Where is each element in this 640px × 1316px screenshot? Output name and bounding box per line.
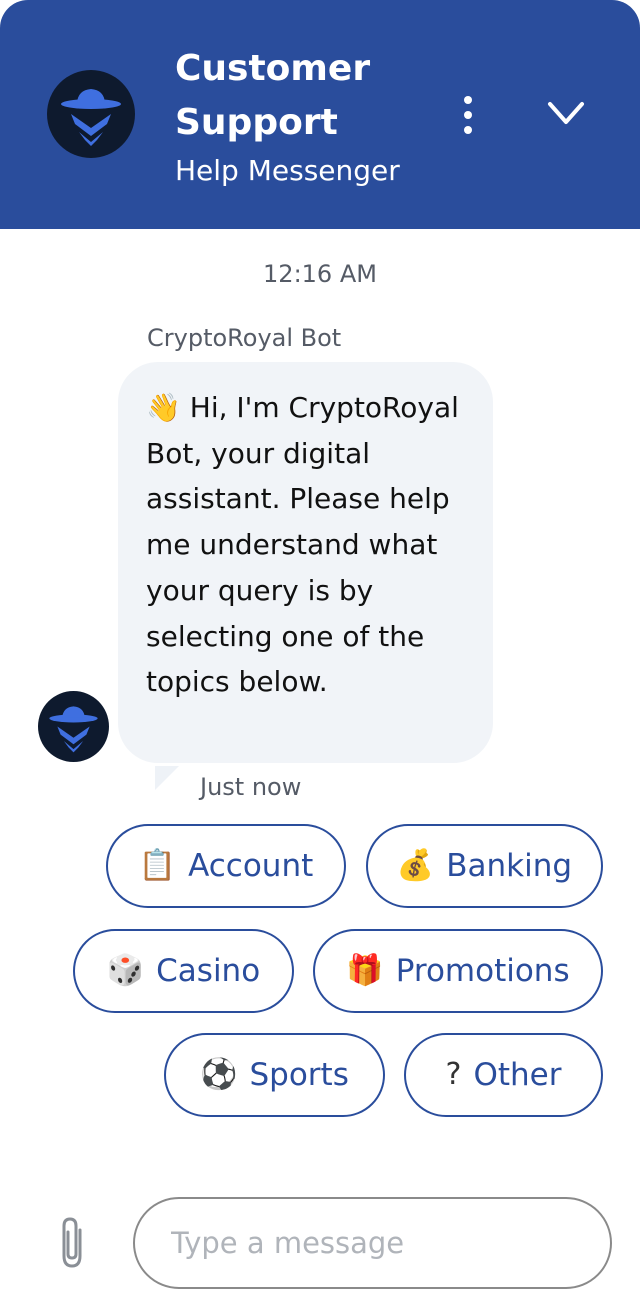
question-mark-icon: ? [445, 1057, 462, 1092]
topic-sports-button[interactable]: ⚽ Sports [164, 1033, 385, 1117]
chevron-down-icon[interactable] [544, 94, 588, 134]
topic-label: Banking [446, 848, 573, 884]
bot-avatar [38, 691, 109, 762]
topic-other-button[interactable]: ? Other [404, 1033, 603, 1117]
topic-label: Account [188, 848, 314, 884]
spy-bot-icon [47, 70, 135, 158]
bubble-tail [155, 766, 179, 790]
topic-banking-button[interactable]: 💰 Banking [366, 824, 603, 908]
clipboard-icon: 📋 [138, 848, 177, 883]
message-text: Hi, I'm CryptoRoyal Bot, your digital as… [146, 391, 459, 699]
soccer-ball-icon: ⚽ [200, 1057, 238, 1092]
gift-icon: 🎁 [346, 953, 384, 988]
chat-header: Customer Support Help Messenger [0, 0, 640, 229]
paperclip-icon[interactable] [52, 1214, 92, 1270]
topic-casino-button[interactable]: 🎲 Casino [73, 929, 294, 1013]
more-vertical-icon[interactable] [452, 92, 484, 138]
message-input[interactable] [133, 1197, 612, 1289]
topic-label: Sports [249, 1057, 349, 1093]
topic-label: Casino [156, 953, 261, 989]
topic-label: Other [473, 1057, 562, 1093]
sender-name: CryptoRoyal Bot [147, 324, 342, 352]
topic-account-button[interactable]: 📋 Account [106, 824, 346, 908]
conversation-timestamp: 12:16 AM [263, 260, 377, 288]
chat-title: Customer Support [175, 48, 371, 143]
topic-promotions-button[interactable]: 🎁 Promotions [313, 929, 603, 1013]
chat-subtitle: Help Messenger [175, 154, 400, 187]
bot-message-bubble: 👋 Hi, I'm CryptoRoyal Bot, your digital … [118, 362, 493, 763]
waving-hand-icon: 👋 [146, 391, 181, 424]
dice-icon: 🎲 [106, 953, 145, 988]
money-bag-icon: 💰 [396, 848, 435, 883]
message-time: Just now [200, 773, 302, 801]
topic-label: Promotions [395, 953, 570, 989]
